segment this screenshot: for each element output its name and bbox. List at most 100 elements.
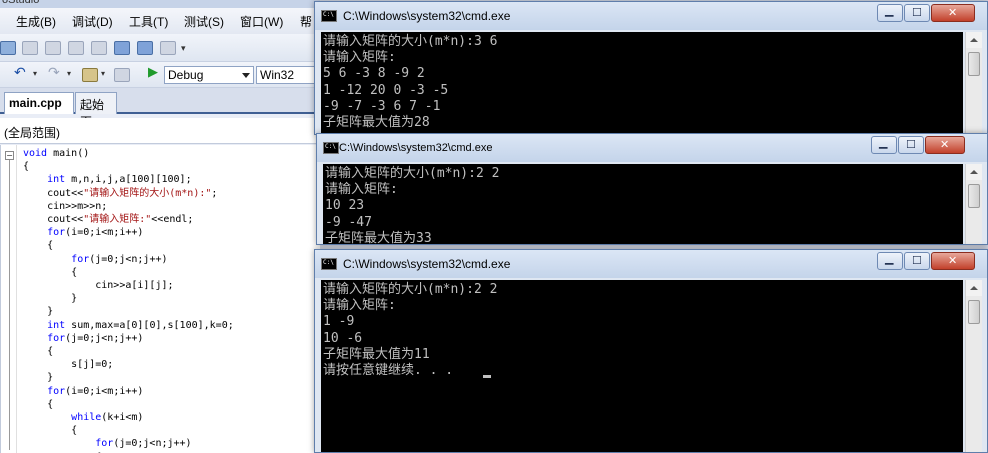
ide-title-text: oStudio [2, 0, 40, 6]
caption-buttons: ▁ ☐ ✕ [877, 4, 981, 22]
console-line: 请输入矩阵: [323, 50, 396, 66]
code-line: cin>>a[i][j]; [23, 280, 174, 291]
code-line: cout<<"请输入矩阵:"<<endl; [23, 214, 194, 225]
uncomment-icon[interactable] [45, 41, 61, 55]
minimize-button[interactable]: ▁ [877, 252, 903, 270]
start-debug-icon[interactable]: ▶ [148, 65, 158, 80]
clear-bookmark-icon[interactable] [160, 41, 176, 55]
scroll-up-arrow-icon[interactable] [966, 32, 982, 48]
console-window-1[interactable]: C:\Windows\system32\cmd.exe ▁ ☐ ✕ 请输入矩阵的… [314, 1, 988, 135]
code-line: while(k+i<m) [71, 412, 144, 423]
console-window-3[interactable]: C:\Windows\system32\cmd.exe ▁ ☐ ✕ 请输入矩阵的… [314, 249, 988, 453]
scope-dropdown[interactable]: (全局范围) [0, 118, 320, 144]
code-line: void main() [23, 148, 90, 159]
restore-icon: ☐ [906, 138, 916, 151]
redo-dropdown-icon[interactable]: ▾ [67, 69, 71, 78]
scroll-up-arrow-icon[interactable] [966, 280, 982, 296]
restore-button[interactable]: ☐ [898, 136, 924, 154]
console-line: -9 -7 -3 6 7 -1 [323, 98, 441, 114]
tab-main-cpp[interactable]: main.cpp [4, 92, 74, 114]
close-button[interactable]: ✕ [931, 252, 975, 270]
console-line: -9 -47 [325, 214, 372, 230]
editor-gutter: − [1, 145, 17, 453]
next-bookmark-icon[interactable] [114, 41, 130, 55]
console-line: 请输入矩阵的大小(m*n):2 2 [325, 166, 500, 181]
code-line: for(j=0;j<n;j++) [95, 438, 192, 450]
minimize-button[interactable]: ▁ [871, 136, 897, 154]
scope-label: (全局范围) [4, 126, 60, 140]
toolbar-overflow-icon[interactable]: ▾ [181, 44, 186, 54]
console-line: 10 23 [325, 198, 365, 214]
code-line: } [23, 306, 54, 318]
menu-help[interactable]: 帮 [300, 13, 312, 30]
code-line: cin>>m>>n; [23, 200, 108, 212]
navigate-icon[interactable] [82, 68, 98, 82]
platform-value: Win32 [260, 68, 295, 82]
code-line: for(j=0;j<n;j++) [71, 253, 168, 265]
console-line: 请按任意键继续. . . [323, 363, 461, 378]
configuration-select[interactable]: Debug [164, 66, 254, 84]
navigate-dropdown-icon[interactable]: ▾ [101, 69, 105, 78]
collapse-icon[interactable]: − [5, 151, 14, 160]
close-button[interactable]: ✕ [925, 136, 965, 154]
code-line: { [23, 161, 30, 173]
vertical-scrollbar[interactable] [965, 280, 982, 452]
code-line: } [23, 293, 78, 305]
code-line: { [23, 240, 54, 252]
window-icon[interactable] [0, 41, 16, 55]
console-line: 1 -12 20 0 -3 -5 [323, 82, 449, 98]
comment-icon[interactable] [22, 41, 38, 55]
console-app-icon[interactable] [323, 142, 339, 154]
code-line: { [23, 266, 78, 278]
restore-button[interactable]: ☐ [904, 4, 930, 22]
prev-bookmark-icon[interactable] [91, 41, 107, 55]
menu-build[interactable]: 生成(B) [16, 13, 56, 30]
platform-select[interactable]: Win32 [256, 66, 320, 84]
minimize-icon: ▁ [885, 4, 894, 17]
console-line: 子矩阵最大值为11 [323, 346, 430, 362]
console-line: 请输入矩阵: [323, 298, 396, 314]
configuration-value: Debug [168, 68, 204, 82]
undo-icon[interactable]: ↶ [14, 65, 26, 81]
menu-window[interactable]: 窗口(W) [240, 13, 283, 30]
close-button[interactable]: ✕ [931, 4, 975, 22]
console-title-bar[interactable]: C:\Windows\system32\cmd.exe ▁ ☐ ✕ [315, 2, 987, 30]
toolbar-debug: ↶ ▾ ↷ ▾ ▾ ▶ Debug Win32 [0, 62, 320, 88]
console-output[interactable]: 请输入矩阵的大小(m*n):3 6 请输入矩阵: 5 6 -3 8 -9 21 -1… [321, 32, 963, 134]
menu-test[interactable]: 测试(S) [184, 13, 224, 30]
console-line: 10 -6 [323, 330, 363, 346]
vertical-scrollbar[interactable] [965, 32, 982, 134]
console-window-2[interactable]: C:\Windows\system32\cmd.exe ▁ ☐ ✕ 请输入矩阵的… [316, 133, 988, 245]
console-output[interactable]: 请输入矩阵的大小(m*n):2 2 请输入矩阵: 10 23 -9 -47 子矩阵最大值… [323, 164, 963, 244]
tab-label: main.cpp [9, 96, 62, 110]
restore-button[interactable]: ☐ [904, 252, 930, 270]
ide-title-bar: oStudio [0, 0, 320, 8]
console-title-bar[interactable]: C:\Windows\system32\cmd.exe ▁ ☐ ✕ [317, 134, 987, 162]
scroll-up-arrow-icon[interactable] [966, 164, 982, 180]
tab-start-page[interactable]: 起始页 [75, 92, 117, 129]
console-output[interactable]: 请输入矩阵的大小(m*n):2 2 请输入矩阵: 1 -9 10 -6 子矩阵最大值为1… [321, 280, 963, 452]
folder-bookmark-icon[interactable] [137, 41, 153, 55]
caption-buttons: ▁ ☐ ✕ [871, 136, 975, 154]
scroll-thumb[interactable] [968, 184, 980, 208]
save-all-icon[interactable] [114, 68, 130, 82]
menu-bar: 生成(B) 调试(D) 工具(T) 测试(S) 窗口(W) 帮 [0, 8, 320, 34]
console-line: 请输入矩阵的大小(m*n):2 2 [323, 282, 498, 297]
console-title: C:\Windows\system32\cmd.exe [343, 9, 511, 23]
undo-dropdown-icon[interactable]: ▾ [33, 69, 37, 78]
ide-window: oStudio 生成(B) 调试(D) 工具(T) 测试(S) 窗口(W) 帮 … [0, 0, 320, 453]
code-line: { [23, 398, 54, 410]
console-line: 1 -9 [323, 314, 355, 330]
vertical-scrollbar[interactable] [965, 164, 982, 244]
scroll-thumb[interactable] [968, 52, 980, 76]
menu-debug[interactable]: 调试(D) [72, 13, 113, 30]
menu-tools[interactable]: 工具(T) [129, 13, 168, 30]
console-app-icon[interactable] [321, 258, 337, 270]
console-title-bar[interactable]: C:\Windows\system32\cmd.exe ▁ ☐ ✕ [315, 250, 987, 278]
minimize-button[interactable]: ▁ [877, 4, 903, 22]
code-editor[interactable]: − void main(){ int m,n,i,j,a[100][100]; … [0, 145, 320, 453]
bookmark-icon[interactable] [68, 41, 84, 55]
console-app-icon[interactable] [321, 10, 337, 22]
scroll-thumb[interactable] [968, 300, 980, 324]
redo-icon[interactable]: ↷ [48, 65, 60, 81]
